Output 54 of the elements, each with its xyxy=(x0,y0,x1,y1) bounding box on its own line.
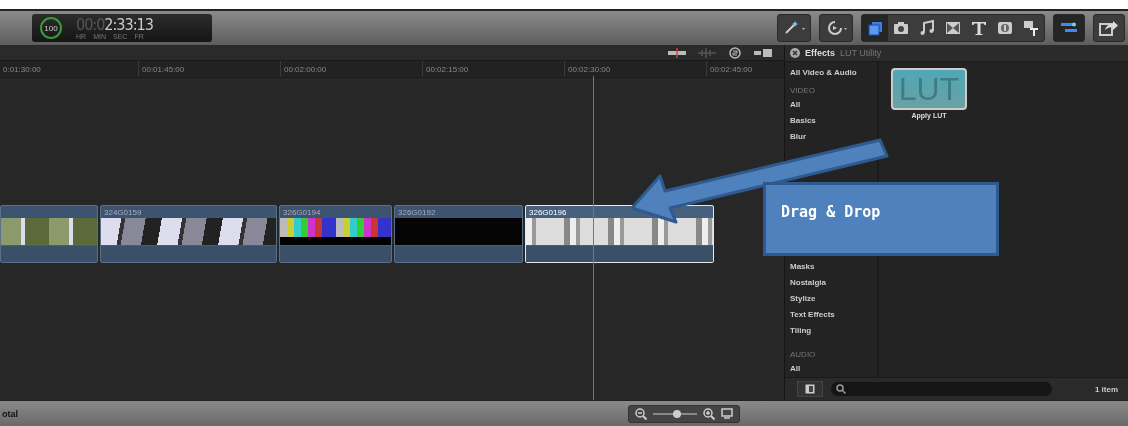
stacked-squares-button[interactable] xyxy=(862,15,888,41)
zoom-in-icon xyxy=(703,407,715,420)
search-icon xyxy=(836,384,846,394)
clip-name: 326G0192 xyxy=(398,207,436,217)
category-item[interactable]: Nostalgia xyxy=(790,275,826,291)
stacked-squares-icon xyxy=(866,19,884,37)
category-item[interactable]: Tiling xyxy=(790,323,812,339)
index-list-button[interactable] xyxy=(1054,15,1084,41)
music-note-icon xyxy=(918,19,936,37)
category-item[interactable]: Text Effects xyxy=(790,307,835,323)
browser-subtitle: LUT Utility xyxy=(840,48,882,58)
ruler-time-label: 00:02:30:00 xyxy=(568,64,611,74)
video-clip[interactable]: 326G0196 xyxy=(525,205,714,263)
video-clip[interactable]: 326G0192 xyxy=(394,205,523,263)
timecode-digits: 2:33:13 xyxy=(104,14,153,34)
video-clip[interactable]: 326G0194 xyxy=(279,205,392,263)
ruler-time-label: 00:02:45:00 xyxy=(710,64,753,74)
ruler-time-label: 00:01:45:00 xyxy=(142,64,185,74)
close-icon xyxy=(790,48,800,58)
category-item[interactable]: All xyxy=(790,361,801,377)
camera-icon xyxy=(892,19,910,37)
video-clip[interactable]: 324G0159 xyxy=(100,205,277,263)
slider-thumb[interactable] xyxy=(673,409,682,418)
snapping-icon xyxy=(754,47,772,58)
video-clip[interactable] xyxy=(0,205,98,263)
category-item[interactable]: Masks xyxy=(790,259,815,275)
letter-t-icon xyxy=(970,19,988,37)
search-field[interactable] xyxy=(831,382,1052,396)
item-count: 1 item xyxy=(1094,384,1118,394)
share-icon xyxy=(1098,19,1120,37)
ruler-time-label: 00:02:00:00 xyxy=(284,64,327,74)
category-item[interactable]: Basics xyxy=(790,113,816,129)
zoom-badge: 100 xyxy=(40,17,62,39)
clip-name: 326G0194 xyxy=(283,207,321,217)
ruler-time-label: 00:02:15:00 xyxy=(426,64,469,74)
category-item[interactable]: All Video & Audio xyxy=(790,65,857,81)
category-item[interactable]: All xyxy=(790,97,801,113)
transition-icon xyxy=(944,19,962,37)
audio-skimming-icon xyxy=(698,47,716,58)
skimming-icon xyxy=(668,47,686,58)
category-heading: VIDEO xyxy=(790,85,815,97)
callout-text: Drag & Drop xyxy=(781,203,881,221)
browser-title: Effects xyxy=(805,48,835,58)
zoom-out-icon xyxy=(635,407,647,420)
status-text: otal xyxy=(2,408,19,419)
clip-name: 326G0196 xyxy=(529,207,567,217)
category-item[interactable]: Blur xyxy=(790,129,806,145)
ruler-time-label: 0:01:30:00 xyxy=(3,64,41,74)
clip-name: 324G0159 xyxy=(104,207,142,217)
sidebar-toggle-button[interactable] xyxy=(797,381,823,397)
zoom-slider[interactable] xyxy=(653,412,697,415)
category-item[interactable]: Stylize xyxy=(790,291,816,307)
category-heading: AUDIO xyxy=(790,349,816,361)
sidebar-icon xyxy=(805,384,815,394)
